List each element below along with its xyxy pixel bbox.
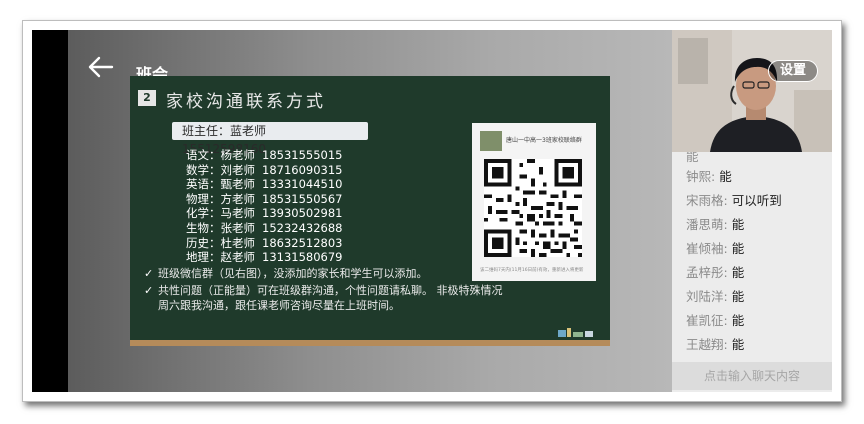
contact-phone: 18632512803 [262,235,343,250]
head-teacher-box: 班主任：蓝老师15512598160 [172,122,368,156]
qr-group-name: 唐山一中高一3班家校联络群 [506,137,582,144]
slide-decoration-icon [558,328,593,337]
teacher-camera-feed: 设置 [672,30,832,152]
chat-message: 王越翔: 能 [686,337,745,352]
head-teacher-label: 班主任：蓝老师 [182,124,267,138]
qr-footer-text: 该二维码7天内(11月16日前)有效，重新进入将更新 [480,268,584,273]
contact-phone: 13930502981 [262,206,343,221]
chat-panel: 能 钟熙: 能 宋雨格: 可以听到 潘思萌: 能 崔倾袖: 能 孟梓彤: 能 刘… [672,152,832,392]
contact-phone: 15232432688 [262,220,343,235]
chat-message-partial: 能 [686,152,699,164]
contact-phone: 18531550567 [262,191,343,206]
contact-phone: 13331044510 [262,177,343,192]
contact-label: 化学：马老师 [186,206,255,221]
live-class-screen: 班会 2 家校沟通联系方式 班主任：蓝老师15512598160 语文：杨老师 1… [32,30,832,392]
contact-row: 数学：刘老师 18716090315 [186,163,342,178]
slide-heading: 家校沟通联系方式 [166,92,326,112]
slide-number: 2 [138,90,156,106]
presentation-slide: 2 家校沟通联系方式 班主任：蓝老师15512598160 语文：杨老师 1853… [130,76,610,346]
chat-message: 孟梓彤: 能 [686,265,745,280]
teacher-contact-list: 语文：杨老师 18531555015 数学：刘老师 18716090315 英语：甄… [186,148,342,265]
contact-row: 地理：赵老师 13131580679 [186,250,342,265]
note-item: 共性问题（正能量）可在班级群沟通，个性问题请私聊。 非极特殊情况周六跟我沟通，跟… [144,283,504,313]
contact-row: 化学：马老师 13930502981 [186,206,342,221]
presentation-area: 班会 2 家校沟通联系方式 班主任：蓝老师15512598160 语文：杨老师 1… [68,30,672,392]
chat-message: 钟熙: 能 [686,169,732,184]
teacher-video-image [672,30,832,152]
wechat-group-qr-card: 唐山一中高一3班家校联络群 该二维码7天内(11月16日前)有效，重新进入将更新 [472,123,596,281]
contact-row: 历史：杜老师 18632512803 [186,236,342,251]
contact-row: 语文：杨老师 18531555015 [186,148,342,163]
contact-label: 语文：杨老师 [186,148,255,162]
slide-notes: 班级微信群（见右图），没添加的家长和学生可以添加。 共性问题（正能量）可在班级群… [144,266,504,315]
contact-phone: 18716090315 [262,162,343,177]
qr-code-icon [484,159,582,257]
chat-input[interactable]: 点击输入聊天内容 [672,362,832,390]
contact-phone: 13131580679 [262,250,343,265]
contact-row: 物理：方老师 18531550567 [186,192,342,207]
contact-label: 历史：杜老师 [186,235,255,250]
chat-message: 崔倾袖: 能 [686,241,745,256]
chat-message: 宋雨格: 可以听到 [686,193,782,208]
contact-row: 英语：甄老师 13331044510 [186,177,342,192]
chat-message: 潘思萌: 能 [686,217,745,232]
contact-row: 生物：张老师 15232432688 [186,221,342,236]
note-item: 班级微信群（见右图），没添加的家长和学生可以添加。 [144,266,504,281]
top-bar: 班会 [68,30,672,84]
back-arrow-icon[interactable] [88,56,114,78]
group-avatar [480,131,502,151]
contact-label: 地理：赵老师 [186,250,255,265]
settings-button[interactable]: 设置 [768,60,818,82]
chat-message: 刘陆洋: 能 [686,289,745,304]
contact-label: 数学：刘老师 [186,162,255,177]
contact-label: 物理：方老师 [186,191,255,206]
chalk-tray [130,340,610,346]
contact-label: 生物：张老师 [186,220,255,235]
chat-message: 崔凯征: 能 [686,313,745,328]
contact-phone: 18531555015 [262,148,343,162]
contact-label: 英语：甄老师 [186,177,255,192]
